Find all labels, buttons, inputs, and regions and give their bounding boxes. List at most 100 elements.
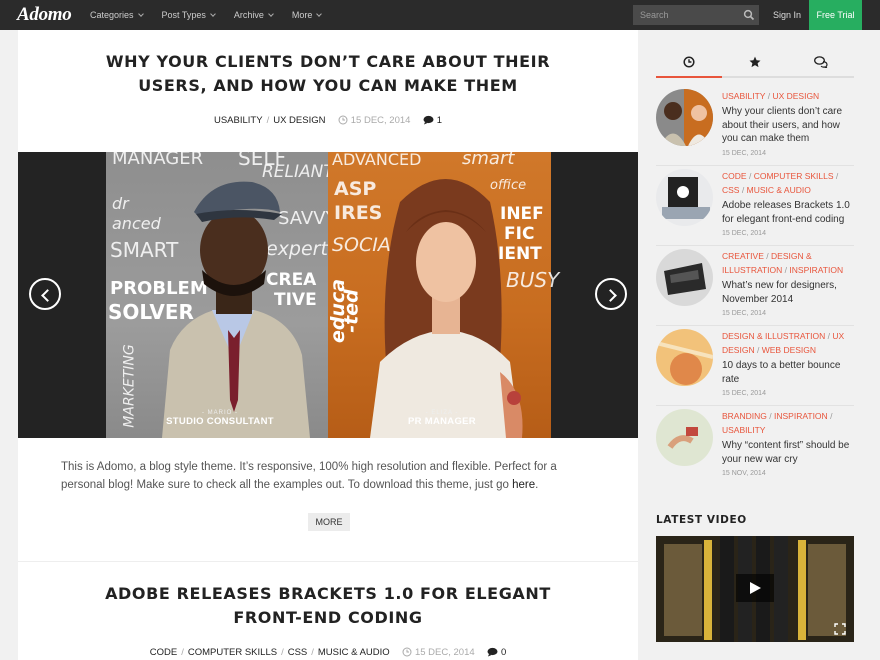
video-player[interactable] [656,536,854,642]
slide-caption: - MARIO - STUDIO CONSULTANT [160,410,280,427]
clock-icon [338,115,348,125]
post-thumbnail[interactable] [656,409,713,466]
comment-count[interactable]: 1 [423,115,442,126]
list-item[interactable]: BRANDING / INSPIRATION / USABILITY Why “… [656,409,854,486]
post-thumbnail[interactable] [656,249,713,306]
comment-count-text: 1 [436,115,443,126]
fullscreen-icon[interactable] [834,623,846,635]
category-link[interactable]: INSPIRATION [789,265,843,275]
category-link[interactable]: COMPUTER SKILLS [754,171,834,181]
post-title-line: WHY YOUR CLIENTS DON’T CARE ABOUT THEIR [105,52,551,71]
post-link[interactable]: Adobe releases Brackets 1.0 for elegant … [722,199,854,226]
category-link[interactable]: CSS [288,647,308,658]
post-date-text: 15 DEC, 2014 [350,115,411,126]
chevron-down-icon [316,10,323,17]
thumbnail-image [656,329,713,386]
category-link[interactable]: DESIGN & ILLUSTRATION [722,331,825,341]
category-link[interactable]: WEB DESIGN [762,345,816,355]
category-link[interactable]: UX DESIGN [772,91,819,101]
post-thumbnail[interactable] [656,89,713,146]
featured-image-slider: MANAGER SELF RELIANT dr anced SMART SAVV… [18,152,638,438]
post-thumbnail[interactable] [656,329,713,386]
download-link[interactable]: here [512,479,535,491]
slide-caption: - ELIZA - PR MANAGER [382,410,502,427]
post-title[interactable]: ADOBE RELEASES BRACKETS 1.0 FOR ELEGANT … [18,582,638,630]
tab-recent[interactable] [656,48,722,78]
chevron-down-icon [137,10,144,17]
list-item[interactable]: DESIGN & ILLUSTRATION / UX DESIGN / WEB … [656,329,854,406]
category-link[interactable]: COMPUTER SKILLS [188,647,277,658]
list-item[interactable]: CODE / COMPUTER SKILLS / CSS / MUSIC & A… [656,169,854,246]
post-date: 15 DEC, 2014 [722,230,766,237]
nav-more[interactable]: More [291,0,323,30]
post-date: 15 DEC, 2014 [402,647,475,658]
post-link[interactable]: Why “content first” should be your new w… [722,439,854,466]
category-link[interactable]: CSS [722,185,739,195]
comment-count[interactable]: 0 [487,647,506,658]
play-button[interactable] [736,574,774,602]
post-meta: CODE / COMPUTER SKILLS / CSS / MUSIC & AUDIO 1… [149,647,507,658]
nav-archive[interactable]: Archive [234,0,274,30]
category-link[interactable]: CREATIVE [722,251,764,261]
sign-in-link[interactable]: Sign In [773,0,801,30]
post-date: 15 NOV, 2014 [722,470,766,477]
portrait-man [162,181,310,438]
post-title[interactable]: WHY YOUR CLIENTS DON’T CARE ABOUT THEIR … [18,50,638,98]
tab-comments[interactable] [788,48,854,78]
main-nav: Categories Post Types Archive More [90,0,340,30]
post-categories: BRANDING / INSPIRATION / USABILITY [722,411,833,435]
category-link[interactable]: USABILITY [722,425,765,435]
category-link[interactable]: MUSIC & AUDIO [318,647,390,658]
category-link[interactable]: MUSIC & AUDIO [747,185,811,195]
post-categories: CREATIVE / DESIGN & ILLUSTRATION / INSPI… [722,251,844,275]
tab-popular[interactable] [722,48,788,78]
comment-icon [487,647,498,657]
nav-post-types[interactable]: Post Types [161,0,216,30]
latest-video-heading: LATEST VIDEO [656,514,747,526]
post-title-line: FRONT-END CODING [233,608,423,627]
post-title-line: USERS, AND HOW YOU CAN MAKE THEM [138,76,518,95]
nav-post-types-label: Post Types [161,10,206,20]
thumbnail-image [656,409,713,466]
excerpt-text: This is Adomo, a blog style theme. It’s … [61,461,557,491]
post-date: 15 DEC, 2014 [338,115,410,126]
post-title-line: ADOBE RELEASES BRACKETS 1.0 FOR ELEGANT [105,584,551,603]
search-icon[interactable] [743,9,755,21]
free-trial-button[interactable]: Free Trial [809,0,862,30]
category-link[interactable]: BRANDING [722,411,767,421]
comment-icon [423,115,434,125]
category-link[interactable]: UX DESIGN [273,115,325,126]
list-item[interactable]: CREATIVE / DESIGN & ILLUSTRATION / INSPI… [656,249,854,326]
post-thumbnail[interactable] [656,169,713,226]
post-link[interactable]: What’s new for designers, November 2014 [722,279,854,306]
category-link[interactable]: CODE [722,171,747,181]
category-link[interactable]: USABILITY [214,115,263,126]
clock-icon [402,647,412,657]
more-button[interactable]: MORE [308,513,350,531]
site-logo[interactable]: Adomo [17,4,72,26]
post-date-text: 15 DEC, 2014 [414,647,475,658]
portrait-woman [370,179,523,438]
comment-count-text: 0 [500,647,507,658]
slide-word: dr [112,194,129,213]
slider-next-button[interactable] [595,278,627,310]
category-link[interactable]: INSPIRATION [774,411,828,421]
post-date: 15 DEC, 2014 [722,310,766,317]
post-categories: DESIGN & ILLUSTRATION / UX DESIGN / WEB … [722,331,845,355]
category-link[interactable]: CODE [150,647,177,658]
thumbnail-image [656,169,713,226]
post-excerpt: This is Adomo, a blog style theme. It’s … [61,458,601,494]
nav-categories[interactable]: Categories [90,0,144,30]
search-input[interactable] [633,5,759,25]
post-link[interactable]: Why your clients don’t care about their … [722,105,854,146]
star-icon [749,56,761,68]
thumbnail-image [656,89,713,146]
slider-prev-button[interactable] [29,278,61,310]
comments-icon [814,56,828,68]
category-link[interactable]: USABILITY [722,91,765,101]
post-link[interactable]: 10 days to a better bounce rate [722,359,854,386]
nav-more-label: More [291,10,313,20]
list-item[interactable]: USABILITY / UX DESIGN Why your clients d… [656,89,854,166]
excerpt-end: . [535,479,539,491]
main-content: WHY YOUR CLIENTS DON’T CARE ABOUT THEIR … [18,30,638,660]
